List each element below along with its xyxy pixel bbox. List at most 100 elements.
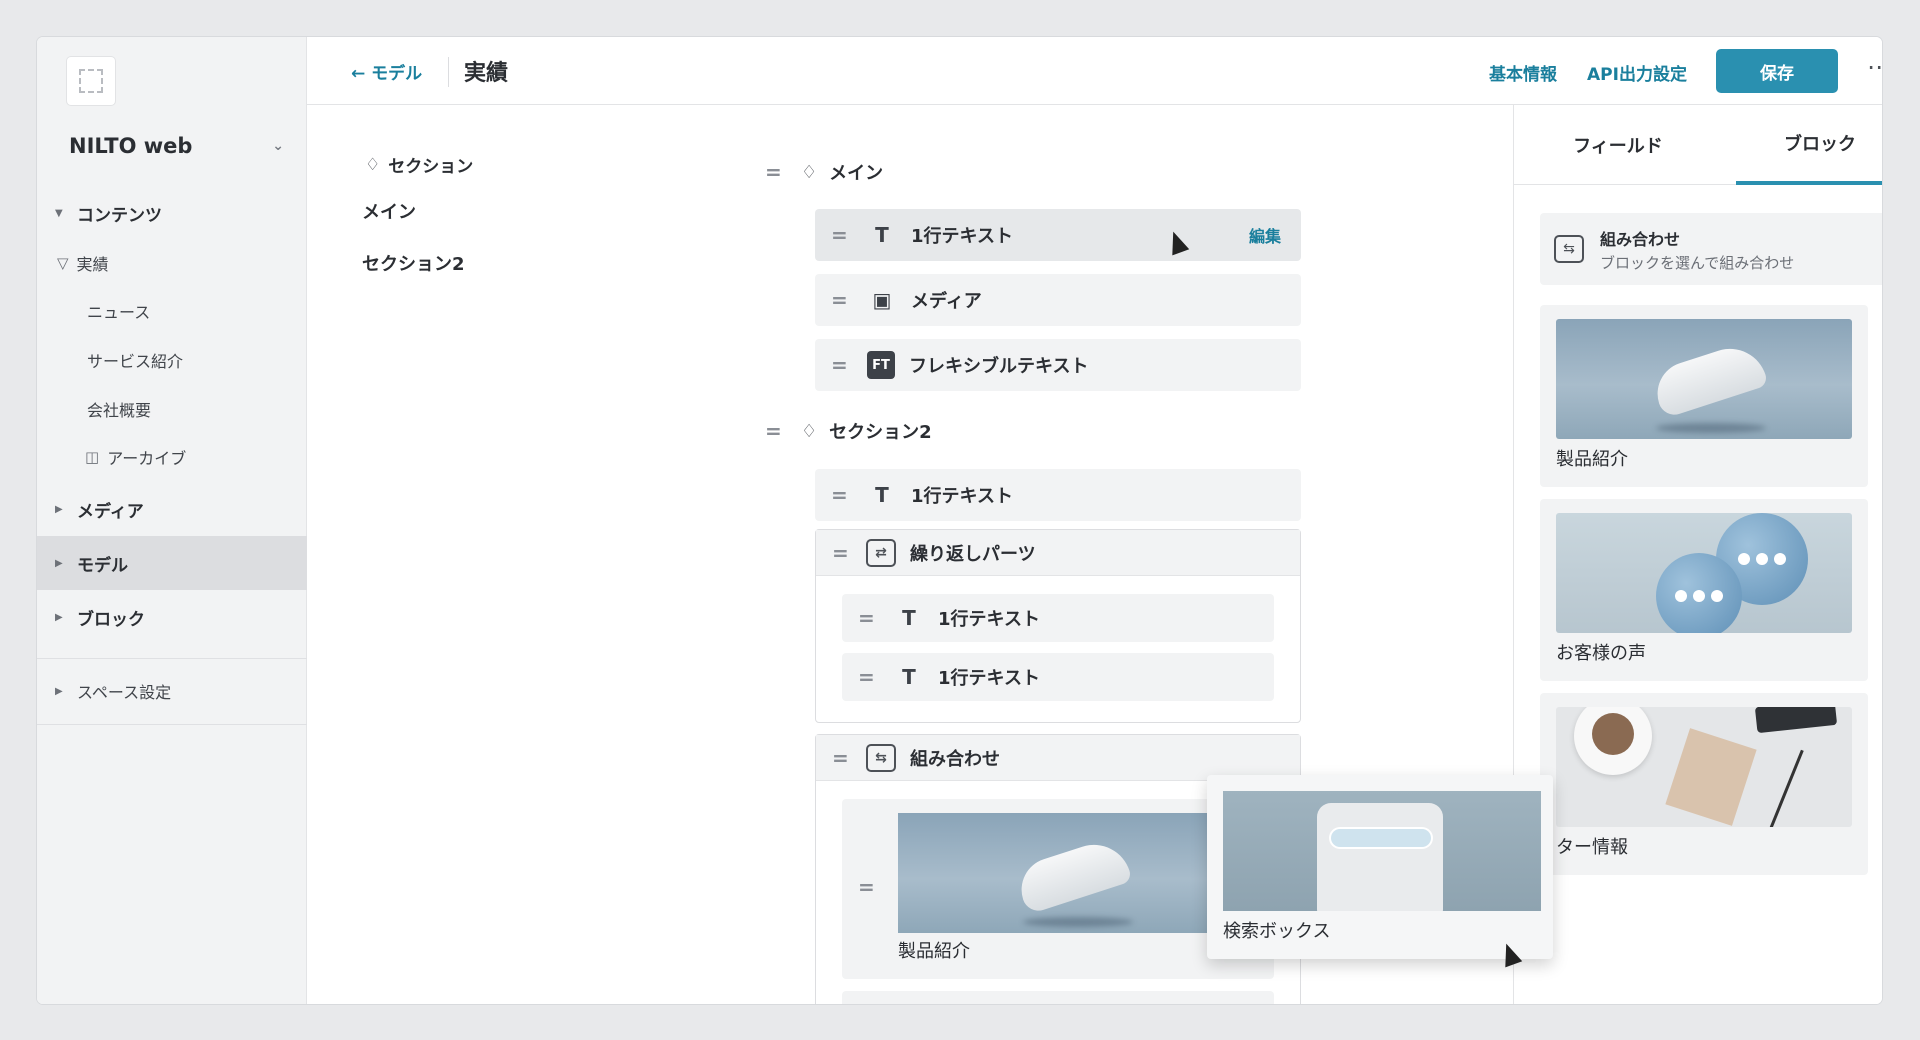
combination-card-title: 組み合わせ <box>1600 229 1681 249</box>
panel-tabs: フィールド ブロック <box>1514 105 1882 185</box>
sidebar-item-label: 会社概要 <box>87 401 152 420</box>
field-label: 1行テキスト <box>911 226 1013 247</box>
space-name: NILTO web <box>69 134 193 158</box>
header-divider <box>448 57 449 87</box>
sidebar-item-label: ブロック <box>77 609 145 630</box>
sidebar-divider <box>37 724 307 725</box>
block-card-label: お客様の声 <box>1556 643 1646 664</box>
combination-icon: ⇆ <box>1554 235 1584 263</box>
sidebar-item-label: コンテンツ <box>77 205 162 226</box>
sidebar-item-media[interactable]: ▶ メディア <box>37 491 307 527</box>
text-type-icon: T <box>902 665 916 689</box>
sidebar-item-jisseki[interactable]: ▽ 実績 <box>37 245 307 281</box>
repeat-parts-header[interactable]: = ⇄ 繰り返しパーツ <box>816 530 1300 576</box>
back-link[interactable]: ← モデル <box>351 59 422 84</box>
combination-card-subtitle: ブロックを選んで組み合わせ <box>1600 253 1795 272</box>
drag-handle-icon[interactable]: = <box>858 606 884 630</box>
drag-handle-icon[interactable]: = <box>858 875 884 899</box>
group-section2[interactable]: = ♢ セクション2 <box>765 418 932 444</box>
field-single-line-text[interactable]: = T 1行テキスト <box>842 594 1274 642</box>
edit-link[interactable]: 編集 <box>1249 223 1281 247</box>
sidebar-item-label: 実績 <box>76 255 109 274</box>
api-output-settings-link[interactable]: API出力設定 <box>1587 60 1687 85</box>
shoe-illustration <box>1013 835 1133 915</box>
drag-handle-icon[interactable]: = <box>765 419 791 443</box>
section-link-main[interactable]: メイン <box>362 198 416 224</box>
drag-ghost-label: 検索ボックス <box>1223 921 1331 942</box>
field-media[interactable]: = ▣ メディア <box>815 274 1301 326</box>
drag-handle-icon[interactable]: = <box>831 353 857 377</box>
sections-heading-label: セクション <box>388 157 474 177</box>
back-link-label: モデル <box>371 64 423 84</box>
drag-handle-icon[interactable]: = <box>832 541 858 565</box>
sidebar-item-news[interactable]: ニュース <box>37 293 307 329</box>
drag-handle-icon[interactable]: = <box>831 223 857 247</box>
field-label: 1行テキスト <box>938 668 1040 689</box>
block-label: 組み合わせ <box>910 748 1000 770</box>
chevron-down-icon: ⌄ <box>272 138 284 154</box>
field-label: フレキシブルテキスト <box>909 356 1089 377</box>
sidebar-item-label: アーカイブ <box>107 449 187 468</box>
field-flexible-text[interactable]: = FT フレキシブルテキスト <box>815 339 1301 391</box>
basic-info-link[interactable]: 基本情報 <box>1489 60 1557 85</box>
drag-handle-icon[interactable]: = <box>858 665 884 689</box>
shoe-shadow <box>1023 917 1133 927</box>
drag-handle-icon[interactable]: = <box>831 288 857 312</box>
group-main[interactable]: = ♢ メイン <box>765 159 883 185</box>
phone <box>1754 707 1838 734</box>
caret-right-icon: ▶ <box>55 503 63 515</box>
tab-field[interactable]: フィールド <box>1534 105 1702 185</box>
field-label: メディア <box>911 291 982 312</box>
filter-icon: ▽ <box>57 254 69 272</box>
field-single-line-text[interactable]: = T 1行テキスト <box>842 653 1274 701</box>
sidebar-item-contents[interactable]: ▼ コンテンツ <box>37 195 307 231</box>
sidebar-item-space-settings[interactable]: ▶ スペース設定 <box>37 673 307 709</box>
sidebar-item-services[interactable]: サービス紹介 <box>37 342 307 378</box>
device-illustration <box>1317 803 1443 911</box>
speech-bubble-image <box>1556 513 1852 633</box>
block-card-center-info[interactable]: ター情報 <box>1540 693 1868 875</box>
sidebar: NILTO web ⌄ ▼ コンテンツ ▽ 実績 ニュース サービス紹介 会社概… <box>37 37 307 1004</box>
page-header: ← モデル 実績 基本情報 API出力設定 保存 ⋯ <box>307 37 1882 105</box>
archive-box-icon: ◫ <box>85 448 100 466</box>
sidebar-item-block[interactable]: ▶ ブロック <box>37 599 307 635</box>
notepad <box>1665 728 1757 826</box>
more-options-icon[interactable]: ⋯ <box>1867 53 1882 81</box>
sidebar-item-model[interactable]: ▶ モデル <box>37 536 307 590</box>
space-switcher[interactable]: NILTO web ⌄ <box>69 131 284 161</box>
drag-handle-icon[interactable]: = <box>831 483 857 507</box>
text-type-icon: T <box>875 483 889 507</box>
arrow-left-icon: ← <box>351 64 366 84</box>
sidebar-item-company[interactable]: 会社概要 <box>37 391 307 427</box>
text-type-icon: T <box>875 223 889 247</box>
repeat-parts-block[interactable]: = ⇄ 繰り返しパーツ = T 1行テキスト = T 1行テキスト <box>815 529 1301 723</box>
block-card-testimonial[interactable]: お客様の声 <box>1540 499 1868 681</box>
save-button[interactable]: 保存 <box>1716 49 1838 93</box>
sidebar-divider <box>37 658 307 659</box>
combo-child-next[interactable] <box>842 991 1274 1004</box>
sidebar-item-label: メディア <box>77 501 144 522</box>
field-label: 1行テキスト <box>911 486 1013 507</box>
speech-bubble-icon <box>1656 553 1742 633</box>
tag-icon: ♢ <box>801 161 818 183</box>
block-card-product[interactable]: 製品紹介 <box>1540 305 1868 487</box>
drag-handle-icon[interactable]: = <box>765 160 791 184</box>
search-bar-illustration <box>1331 829 1431 847</box>
drag-ghost-search-box[interactable]: 検索ボックス <box>1207 775 1553 959</box>
flexible-text-icon: FT <box>867 351 895 379</box>
caret-right-icon: ▶ <box>55 557 63 569</box>
pencil <box>1767 749 1804 827</box>
sidebar-item-label: ニュース <box>87 303 151 322</box>
section-link-section2[interactable]: セクション2 <box>362 250 465 276</box>
space-logo[interactable] <box>67 57 115 105</box>
combination-card[interactable]: ⇆ 組み合わせ ブロックを選んで組み合わせ <box>1540 213 1882 285</box>
sections-heading: ♢ セクション <box>365 152 474 178</box>
tab-block[interactable]: ブロック <box>1736 105 1882 185</box>
drag-handle-icon[interactable]: = <box>832 746 858 770</box>
sidebar-item-archive[interactable]: ◫ アーカイブ <box>37 439 307 475</box>
app-window: NILTO web ⌄ ▼ コンテンツ ▽ 実績 ニュース サービス紹介 会社概… <box>37 37 1882 1004</box>
field-single-line-text[interactable]: = T 1行テキスト 編集 <box>815 209 1301 261</box>
page-title: 実績 <box>464 61 509 86</box>
shoe-shadow <box>1656 423 1766 433</box>
field-single-line-text[interactable]: = T 1行テキスト <box>815 469 1301 521</box>
